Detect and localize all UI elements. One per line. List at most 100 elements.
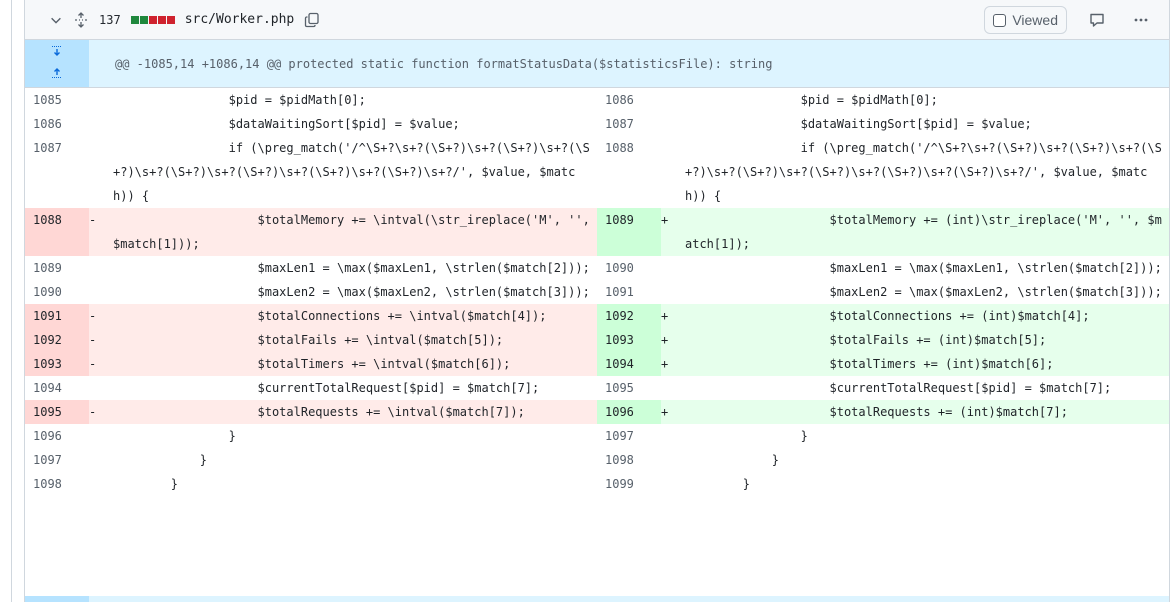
line-number[interactable]: 1088	[25, 208, 89, 256]
code-line: $maxLen2 = \max($maxLen2, \strlen($match…	[113, 285, 590, 299]
line-number[interactable]: 1093	[25, 352, 89, 376]
diffstat-block	[148, 15, 157, 24]
code-line: $totalFails += \intval($match[5]);	[113, 328, 597, 352]
file-path[interactable]: src/Worker.php	[185, 12, 295, 27]
line-number[interactable]: 1087	[597, 112, 661, 136]
kebab-horizontal-icon[interactable]	[1127, 6, 1155, 34]
left-line: 1095- $totalRequests += \intval($match[7…	[25, 400, 597, 424]
diff-marker: +	[661, 400, 685, 424]
code-line: $totalRequests += (int)$match[7];	[685, 400, 1169, 424]
left-line: 1096 }	[25, 424, 597, 448]
line-number[interactable]: 1095	[25, 400, 89, 424]
line-number[interactable]: 1098	[25, 472, 89, 496]
line-number[interactable]: 1095	[597, 376, 661, 400]
diff-row: 1091- $totalConnections += \intval($matc…	[25, 304, 1169, 328]
diffstat	[130, 15, 175, 24]
file-header-left: 137 src/Worker.php	[49, 11, 320, 28]
bottom-hunk-strip	[89, 596, 1169, 602]
line-number[interactable]: 1091	[597, 280, 661, 304]
code-line: if (\preg_match('/^\S+?\s+?(\S+?)\s+?(\S…	[113, 141, 590, 203]
chevron-down-icon[interactable]	[49, 13, 63, 27]
split-diff: 1085 $pid = $pidMath[0]; 1086 $pid = $pid…	[25, 88, 1169, 496]
left-line: 1085 $pid = $pidMath[0];	[25, 88, 597, 112]
file-header-actions: Viewed	[984, 0, 1155, 40]
diff-marker	[661, 376, 685, 400]
fold-down-icon[interactable]	[49, 44, 65, 62]
diff-row: 1098 } 1099 }	[25, 472, 1169, 496]
line-number[interactable]: 1088	[597, 136, 661, 208]
code-line: $totalTimers += \intval($match[6]);	[113, 352, 597, 376]
diff-row: 1094 $currentTotalRequest[$pid] = $match…	[25, 376, 1169, 400]
right-line: 1089 + $totalMemory += (int)\str_ireplace…	[597, 208, 1169, 256]
diff-marker	[661, 424, 685, 448]
left-line: 1090 $maxLen2 = \max($maxLen2, \strlen($…	[25, 280, 597, 304]
hunk-expander[interactable]	[25, 40, 89, 87]
diff-marker: +	[661, 208, 685, 256]
diff-marker	[661, 112, 685, 136]
code-line: $totalTimers += (int)$match[6];	[685, 352, 1169, 376]
right-line: 1090 $maxLen1 = \max($maxLen1, \strlen($…	[597, 256, 1169, 280]
diffstat-block	[130, 15, 139, 24]
diff-marker: -	[89, 352, 113, 376]
line-number[interactable]: 1093	[597, 328, 661, 352]
diff-row: 1093- $totalTimers += \intval($match[6])…	[25, 352, 1169, 376]
lines-changed-count: 137	[99, 12, 121, 27]
line-number[interactable]: 1096	[597, 400, 661, 424]
diffstat-block	[157, 15, 166, 24]
right-line: 1093 + $totalFails += (int)$match[5];	[597, 328, 1169, 352]
left-line: 1089 $maxLen1 = \max($maxLen1, \strlen($…	[25, 256, 597, 280]
line-number[interactable]: 1090	[597, 256, 661, 280]
hunk-header-text: @@ -1085,14 +1086,14 @@ protected static…	[115, 56, 773, 71]
line-number[interactable]: 1091	[25, 304, 89, 328]
line-number[interactable]: 1094	[597, 352, 661, 376]
line-number[interactable]: 1094	[25, 376, 89, 400]
diff-marker: -	[89, 304, 113, 328]
unfold-icon[interactable]	[73, 11, 89, 28]
code-line: $maxLen1 = \max($maxLen1, \strlen($match…	[113, 261, 590, 275]
line-number[interactable]: 1086	[25, 112, 89, 136]
line-number[interactable]: 1097	[597, 424, 661, 448]
diff-row: 1088- $totalMemory += \intval(\str_irepl…	[25, 208, 1169, 256]
line-number[interactable]: 1097	[25, 448, 89, 472]
diff-row: 1085 $pid = $pidMath[0]; 1086 $pid = $pid…	[25, 88, 1169, 112]
diff-marker	[89, 448, 113, 472]
bottom-expander[interactable]	[25, 596, 89, 602]
code-line: }	[113, 453, 207, 467]
line-number[interactable]: 1096	[25, 424, 89, 448]
diff-marker	[661, 88, 685, 112]
line-number[interactable]: 1098	[597, 448, 661, 472]
line-number[interactable]: 1085	[25, 88, 89, 112]
diff-marker	[661, 280, 685, 304]
diff-row: 1086 $dataWaitingSort[$pid] = $value; 108…	[25, 112, 1169, 136]
line-number[interactable]: 1086	[597, 88, 661, 112]
diff-file: 137 src/Worker.php Viewed @@ -1085,14 +1…	[24, 0, 1170, 602]
right-line: 1096 + $totalRequests += (int)$match[7];	[597, 400, 1169, 424]
code-line: $maxLen2 = \max($maxLen2, \strlen($match…	[685, 285, 1162, 299]
right-line: 1094 + $totalTimers += (int)$match[6];	[597, 352, 1169, 376]
line-number[interactable]: 1087	[25, 136, 89, 208]
left-line: 1088- $totalMemory += \intval(\str_irepl…	[25, 208, 597, 256]
line-number[interactable]: 1089	[597, 208, 661, 256]
checkbox-icon	[993, 13, 1007, 27]
line-number[interactable]: 1092	[597, 304, 661, 328]
code-line: $maxLen1 = \max($maxLen1, \strlen($match…	[685, 261, 1162, 275]
code-line: $currentTotalRequest[$pid] = $match[7];	[685, 381, 1112, 395]
viewed-checkbox[interactable]: Viewed	[984, 6, 1067, 34]
line-number[interactable]: 1092	[25, 328, 89, 352]
viewed-label: Viewed	[1012, 12, 1058, 28]
diff-row: 1097 } 1098 }	[25, 448, 1169, 472]
line-number[interactable]: 1090	[25, 280, 89, 304]
line-number[interactable]: 1089	[25, 256, 89, 280]
diff-marker	[89, 88, 113, 112]
left-rail	[0, 0, 12, 602]
comment-icon[interactable]	[1083, 6, 1111, 34]
line-number[interactable]: 1099	[597, 472, 661, 496]
right-line: 1095 $currentTotalRequest[$pid] = $match…	[597, 376, 1169, 400]
left-line: 1097 }	[25, 448, 597, 472]
fold-up-icon[interactable]	[49, 66, 65, 84]
copy-icon[interactable]	[304, 12, 320, 28]
code-line: $totalMemory += \intval(\str_ireplace('M…	[113, 208, 597, 256]
right-line: 1092 + $totalConnections += (int)$match[4…	[597, 304, 1169, 328]
diff-marker: +	[661, 304, 685, 328]
diff-row: 1087 if (\preg_match('/^\S+?\s+?(\S+?)\s…	[25, 136, 1169, 208]
